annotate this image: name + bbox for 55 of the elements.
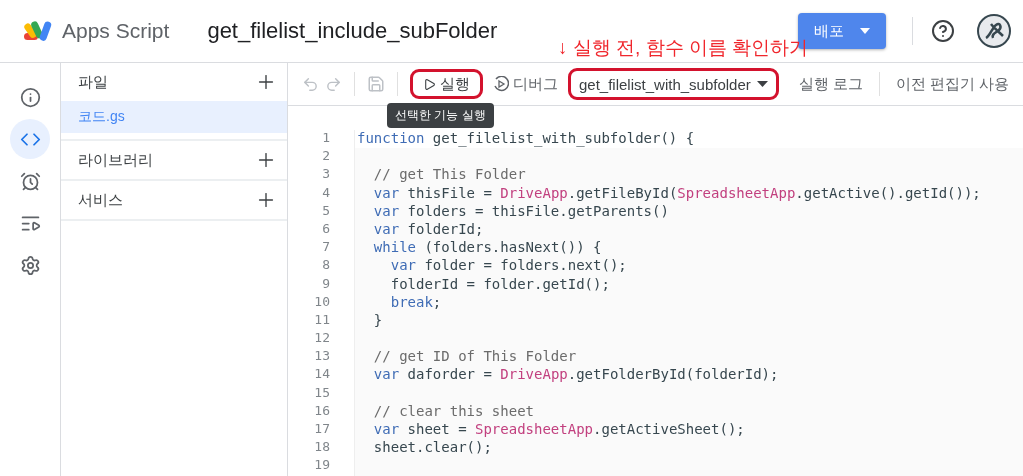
avatar-icon[interactable]: [977, 14, 1011, 48]
legacy-editor-button[interactable]: 이전 편집기 사용: [891, 74, 1014, 94]
code-line: while (folders.hasNext()) {: [372, 239, 603, 258]
code-line: folderId = folder.getId();: [389, 275, 611, 294]
code-line: var thisFile = DriveApp.getFileById(SpreadsheetApp.getActive().getId());: [372, 184, 982, 203]
rail-button[interactable]: [10, 119, 50, 159]
code-line: break;: [389, 293, 443, 312]
line-number: 12: [313, 330, 330, 348]
code-line: var daforder = DriveApp.getFolderById(folderId);: [372, 366, 780, 385]
code-line: }: [372, 311, 384, 330]
code-line: var folder = folders.next();: [389, 257, 628, 276]
line-number: 5: [321, 202, 330, 220]
settings-icon: [19, 254, 41, 276]
debug-button[interactable]: 디버그: [489, 74, 562, 94]
line-number: 19: [313, 457, 330, 475]
line-number: 1: [321, 130, 330, 147]
line-number: 4: [321, 184, 330, 202]
play-icon: [423, 77, 436, 91]
run-button[interactable]: 실행: [410, 69, 483, 99]
line-number: 7: [321, 239, 330, 257]
section-title[interactable]: 라이브러리: [78, 150, 153, 170]
help-icon[interactable]: [931, 19, 955, 43]
function-select[interactable]: get_filelist_with_subfolder: [568, 68, 779, 100]
code-line: var folderId;: [372, 220, 485, 239]
line-number: 9: [321, 275, 330, 293]
line-number: 10: [313, 293, 330, 311]
code-line: var folders = thisFile.getParents(): [372, 202, 670, 221]
line-number: 11: [313, 311, 330, 329]
info-icon: [19, 86, 41, 108]
caret-icon: [756, 81, 768, 87]
caret-icon: [860, 28, 870, 34]
line-number: 18: [313, 439, 330, 457]
code-line: // get This Folder: [372, 166, 527, 185]
line-number: 8: [321, 257, 330, 275]
execution-log-button[interactable]: 실행 로그: [794, 74, 867, 94]
app-name: Apps Script: [62, 19, 170, 43]
code-line: var sheet = SpreadsheetApp.getActiveSheet();: [372, 421, 746, 439]
alarm-clock-icon: [19, 170, 41, 192]
line-number: 15: [313, 384, 330, 402]
logo-icon: [22, 19, 54, 43]
line-number: 6: [321, 220, 330, 238]
line-number: 17: [313, 421, 330, 438]
line-number: 3: [321, 166, 330, 184]
code-line: // clear this sheet: [372, 402, 535, 421]
section-title[interactable]: 서비스: [78, 190, 123, 210]
code-line: // get ID of This Folder: [372, 348, 578, 367]
section-title[interactable]: 파일: [78, 72, 108, 92]
line-number: 13: [313, 348, 330, 366]
project-title[interactable]: get_filelist_include_subFolder: [207, 18, 498, 44]
code-line: sheet.clear();: [372, 439, 493, 458]
line-number: 2: [321, 148, 330, 166]
line-number: 14: [313, 366, 330, 384]
tooltip: 선택한 기능 실행: [387, 103, 494, 128]
line-number: 16: [313, 402, 330, 420]
debug-icon: [493, 76, 509, 92]
